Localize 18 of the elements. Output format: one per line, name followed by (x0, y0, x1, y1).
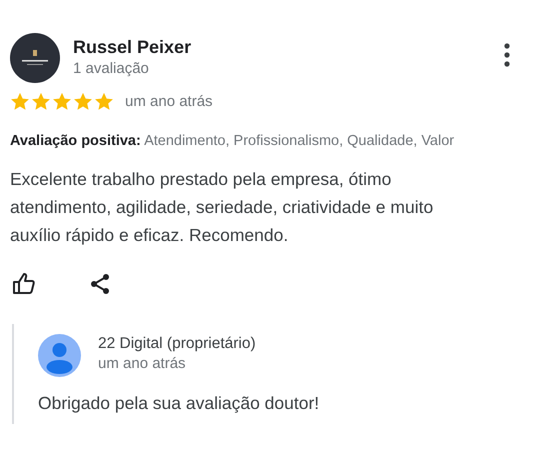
review-count: 1 avaliação (73, 60, 150, 77)
positive-highlights: Avaliação positiva: Atendimento, Profissionalismo, Qualidade, Valor (10, 133, 456, 149)
star-icon (94, 92, 114, 111)
share-button[interactable] (88, 272, 112, 296)
star-icon (31, 92, 51, 111)
owner-name: 22 Digital (proprietário) (98, 335, 256, 353)
reviewer-name[interactable]: Russel Peixer (73, 37, 487, 58)
star-icon (73, 92, 93, 111)
reply-time: um ano atrás (98, 355, 187, 372)
review-time: um ano atrás (125, 93, 213, 110)
star-icon (10, 92, 30, 111)
logo-avatar (10, 33, 60, 83)
review-text: Excelente trabalho prestado pela empresa, ótimo atendimento, agilidade, seriedade, criatividade e muito auxílio rápido e eficaz. Recomendo. (10, 168, 434, 247)
like-button[interactable] (12, 272, 36, 296)
user-avatar (38, 334, 81, 377)
more-vertical-icon (504, 43, 510, 67)
star-icon (52, 92, 72, 111)
reply-text: Obrigado pela sua avaliação doutor! (38, 393, 320, 414)
